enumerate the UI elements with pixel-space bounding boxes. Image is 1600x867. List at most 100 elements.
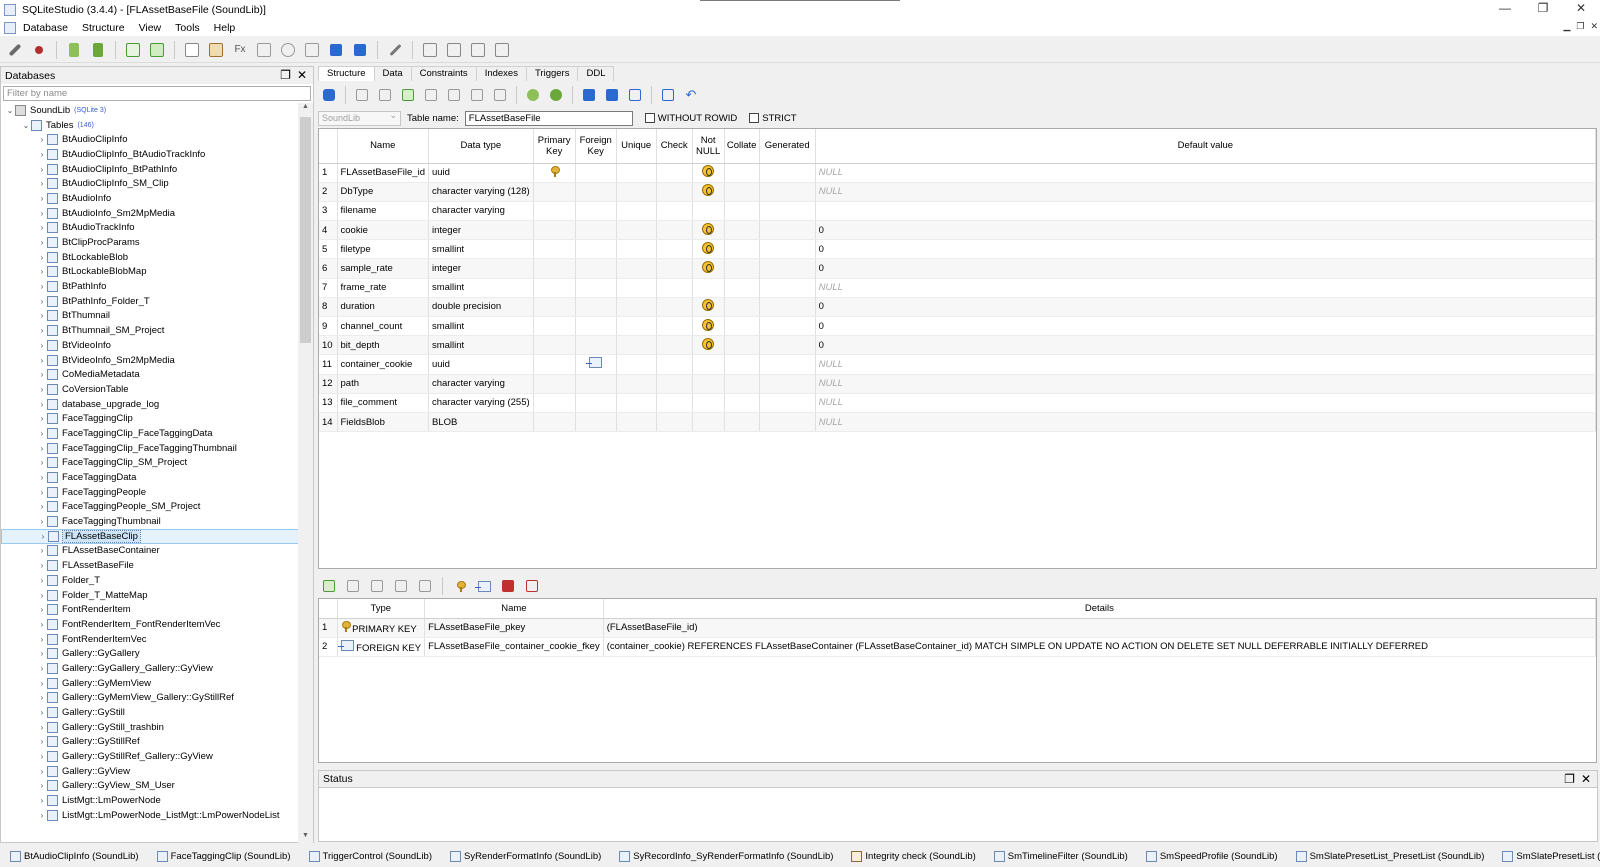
default-value-cell[interactable]: NULL xyxy=(815,163,1596,183)
constraint-type-cell[interactable]: FOREIGN KEY xyxy=(337,637,426,657)
not-null-cell[interactable] xyxy=(692,220,725,241)
delete-column-icon[interactable] xyxy=(445,86,463,104)
mdi-restore-icon[interactable]: ❐ xyxy=(1576,21,1584,32)
create-table-button[interactable] xyxy=(124,41,142,59)
scroll-down-icon[interactable]: ▼ xyxy=(298,832,313,844)
generated-cell[interactable] xyxy=(759,374,816,394)
expand-arrow-icon[interactable]: › xyxy=(37,693,47,702)
tree-table-item[interactable]: › Gallery::GyMemView_Gallery::GyStillRef xyxy=(1,691,299,706)
expand-arrow-icon[interactable]: › xyxy=(37,356,47,365)
taskbar-window-button[interactable]: SmSlatePresetList (SoundLib) xyxy=(1502,851,1600,862)
float-panel-icon[interactable]: ❐ xyxy=(280,68,291,82)
check-cell[interactable] xyxy=(656,393,693,413)
check-cell[interactable] xyxy=(656,182,693,202)
check-cell[interactable] xyxy=(656,412,693,433)
restore-windows-icon[interactable] xyxy=(493,41,511,59)
expand-arrow-icon[interactable]: › xyxy=(37,767,47,776)
expand-arrow-icon[interactable]: › xyxy=(37,414,47,423)
tree-table-item[interactable]: › FaceTaggingClip_SM_Project xyxy=(1,456,299,471)
add-pk-button[interactable] xyxy=(451,577,469,595)
expand-arrow-icon[interactable]: › xyxy=(37,752,47,761)
expand-arrow-icon[interactable]: › xyxy=(37,135,47,144)
tree-table-item[interactable]: › BtLockableBlobMap xyxy=(1,265,299,280)
menu-view[interactable]: View xyxy=(132,22,169,34)
database-combo[interactable]: SoundLib xyxy=(318,110,401,126)
check-cell[interactable] xyxy=(656,220,693,241)
table-row[interactable]: 13 file_comment character varying (255) NUL… xyxy=(319,393,1596,413)
extensions-icon[interactable] xyxy=(279,41,297,59)
scroll-up-icon[interactable]: ▲ xyxy=(298,103,313,115)
tree-table-item[interactable]: › BtAudioClipInfo_BtAudioTrackInfo xyxy=(1,147,299,162)
expand-arrow-icon[interactable]: › xyxy=(37,400,47,409)
generated-cell[interactable] xyxy=(759,412,816,433)
sql-editor-button[interactable] xyxy=(183,41,201,59)
foreign-key-cell[interactable] xyxy=(575,374,617,394)
collapse-arrow-icon[interactable]: ⌄ xyxy=(21,121,31,130)
taskbar-window-button[interactable]: SmSlatePresetList_PresetList (SoundLib) xyxy=(1295,851,1484,862)
column-header[interactable]: Check xyxy=(656,129,693,164)
expand-arrow-icon[interactable]: › xyxy=(37,561,47,570)
table-row[interactable]: 7 frame_rate smallint NULL xyxy=(319,278,1596,298)
collate-cell[interactable] xyxy=(724,258,760,279)
default-value-cell[interactable]: NULL xyxy=(815,354,1596,375)
tree-table-item[interactable]: › Gallery::GyGallery_Gallery::GyView xyxy=(1,661,299,676)
expand-arrow-icon[interactable]: › xyxy=(37,576,47,585)
not-null-cell[interactable] xyxy=(692,412,725,433)
tree-table-item[interactable]: › BtPathInfo xyxy=(1,279,299,294)
table-row[interactable]: 1 FLAssetBaseFile_id uuid NULL xyxy=(319,163,1596,183)
mdi-minimize-icon[interactable]: ▁ xyxy=(1563,21,1570,32)
check-cell[interactable] xyxy=(656,374,693,394)
table-row[interactable]: 2 FOREIGN KEY FLAssetBaseFile_container_c… xyxy=(319,637,1596,657)
configure-icon[interactable] xyxy=(386,41,404,59)
data-type-cell[interactable]: uuid xyxy=(428,163,534,183)
expand-arrow-icon[interactable]: › xyxy=(37,679,47,688)
tree-table-item[interactable]: › FaceTaggingClip_FaceTaggingData xyxy=(1,426,299,441)
constraint-details-cell[interactable]: (FLAssetBaseFile_id) xyxy=(603,618,1596,638)
expand-arrow-icon[interactable]: › xyxy=(37,341,47,350)
data-type-cell[interactable]: smallint xyxy=(428,239,534,260)
expand-arrow-icon[interactable]: › xyxy=(37,150,47,159)
expand-arrow-icon[interactable]: › xyxy=(37,605,47,614)
add-unique-button[interactable] xyxy=(499,577,517,595)
menu-structure[interactable]: Structure xyxy=(75,22,132,34)
expand-arrow-icon[interactable]: › xyxy=(37,370,47,379)
column-header[interactable]: Data type xyxy=(428,129,534,164)
add-db-button[interactable] xyxy=(65,41,83,59)
column-name-cell[interactable]: frame_rate xyxy=(337,278,429,298)
tree-table-item[interactable]: › Gallery::GyView xyxy=(1,764,299,779)
tree-table-item[interactable]: › BtLockableBlob xyxy=(1,250,299,265)
mdi-close-icon[interactable]: ✕ xyxy=(1590,21,1598,32)
primary-key-cell[interactable] xyxy=(533,239,576,260)
foreign-key-cell[interactable] xyxy=(575,163,617,183)
not-null-cell[interactable] xyxy=(692,316,725,337)
tree-table-item[interactable]: › BtAudioClipInfo xyxy=(1,132,299,147)
not-null-cell[interactable] xyxy=(692,163,725,183)
collate-cell[interactable] xyxy=(724,297,760,318)
expand-arrow-icon[interactable]: › xyxy=(37,620,47,629)
table-row[interactable]: 6 sample_rate integer 0 xyxy=(319,258,1596,279)
column-header[interactable]: Collate xyxy=(724,129,760,164)
collate-cell[interactable] xyxy=(724,393,760,413)
column-name-cell[interactable]: duration xyxy=(337,297,429,318)
unique-cell[interactable] xyxy=(616,220,657,241)
tile-horizontal-icon[interactable] xyxy=(421,41,439,59)
tree-table-item[interactable]: › BtAudioInfo_Sm2MpMedia xyxy=(1,206,299,221)
constraint-name-cell[interactable]: FLAssetBaseFile_container_cookie_fkey xyxy=(424,637,604,657)
tree-scrollbar[interactable]: ▲ ▼ xyxy=(298,103,313,844)
expand-arrow-icon[interactable]: › xyxy=(37,429,47,438)
column-header[interactable]: Not NULL xyxy=(692,129,725,164)
menu-tools[interactable]: Tools xyxy=(168,22,207,34)
foreign-key-cell[interactable] xyxy=(575,316,617,337)
float-panel-icon[interactable]: ❐ xyxy=(1564,772,1575,786)
data-type-cell[interactable]: smallint xyxy=(428,278,534,298)
checkbox-box[interactable] xyxy=(749,113,760,123)
export-icon[interactable] xyxy=(659,86,677,104)
expand-arrow-icon[interactable]: › xyxy=(37,458,47,467)
check-cell[interactable] xyxy=(656,354,693,375)
functions-icon[interactable]: Fx xyxy=(231,41,249,59)
collate-cell[interactable] xyxy=(724,239,760,260)
add-constraint-button[interactable] xyxy=(320,577,338,595)
tree-table-item[interactable]: › FaceTaggingPeople_SM_Project xyxy=(1,500,299,515)
foreign-key-cell[interactable] xyxy=(575,258,617,279)
not-null-cell[interactable] xyxy=(692,201,725,222)
